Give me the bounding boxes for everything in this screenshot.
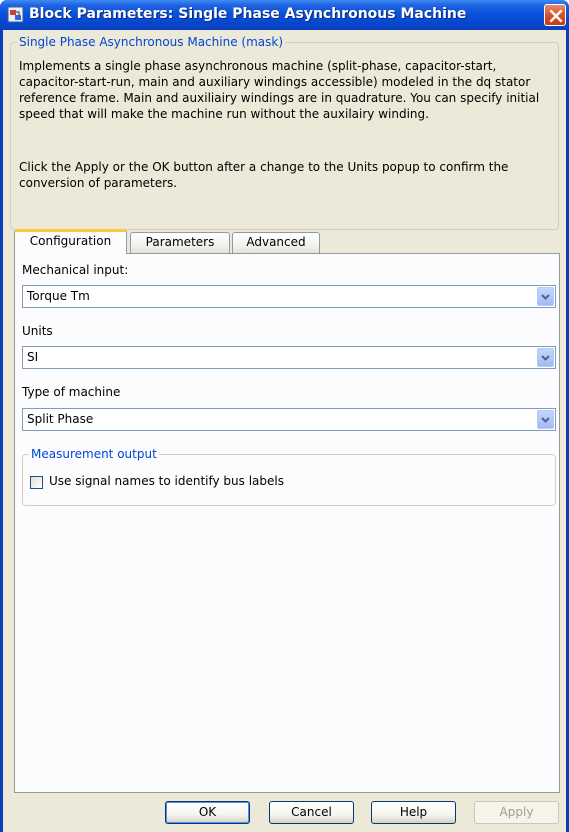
simulink-block-icon [7, 6, 24, 23]
chevron-down-icon[interactable] [537, 410, 554, 429]
bus-labels-checkbox[interactable] [30, 476, 43, 489]
machine-type-select[interactable]: Split Phase [22, 408, 556, 431]
cancel-button[interactable]: Cancel [269, 801, 354, 824]
machine-type-value: Split Phase [27, 412, 94, 426]
machine-type-label: Type of machine [22, 385, 121, 399]
close-icon [549, 9, 563, 23]
measurement-output-group: Measurement output Use signal names to i… [22, 447, 556, 506]
configuration-panel: Mechanical input: Torque Tm Units SI Typ… [14, 253, 560, 793]
mechanical-input-value: Torque Tm [27, 289, 90, 303]
chevron-down-icon[interactable] [537, 287, 554, 306]
mask-group-legend: Single Phase Asynchronous Machine (mask) [17, 35, 286, 49]
mask-description-text: Implements a single phase asynchronous m… [19, 59, 540, 121]
units-select[interactable]: SI [22, 346, 556, 369]
tab-strip: Configuration Parameters Advanced [14, 229, 554, 254]
dialog-window: Block Parameters: Single Phase Asynchron… [0, 0, 569, 832]
close-button[interactable] [544, 4, 566, 26]
ok-button[interactable]: OK [165, 801, 250, 824]
measurement-output-legend: Measurement output [29, 447, 159, 461]
mechanical-input-label: Mechanical input: [22, 263, 129, 277]
tab-configuration[interactable]: Configuration [14, 229, 127, 254]
mask-note-text: Click the Apply or the OK button after a… [19, 160, 509, 190]
tab-advanced[interactable]: Advanced [232, 232, 320, 253]
dialog-client-area: Single Phase Asynchronous Machine (mask)… [3, 30, 566, 832]
window-title: Block Parameters: Single Phase Asynchron… [29, 6, 467, 22]
bus-labels-checkbox-label[interactable]: Use signal names to identify bus labels [49, 474, 284, 488]
tab-parameters[interactable]: Parameters [130, 232, 230, 253]
mask-description-group: Single Phase Asynchronous Machine (mask)… [10, 35, 559, 230]
apply-button[interactable]: Apply [474, 801, 559, 824]
chevron-down-icon[interactable] [537, 348, 554, 367]
units-value: SI [27, 350, 39, 364]
title-bar[interactable]: Block Parameters: Single Phase Asynchron… [0, 0, 569, 30]
mechanical-input-select[interactable]: Torque Tm [22, 285, 556, 308]
help-button[interactable]: Help [371, 801, 456, 824]
units-label: Units [22, 324, 53, 338]
